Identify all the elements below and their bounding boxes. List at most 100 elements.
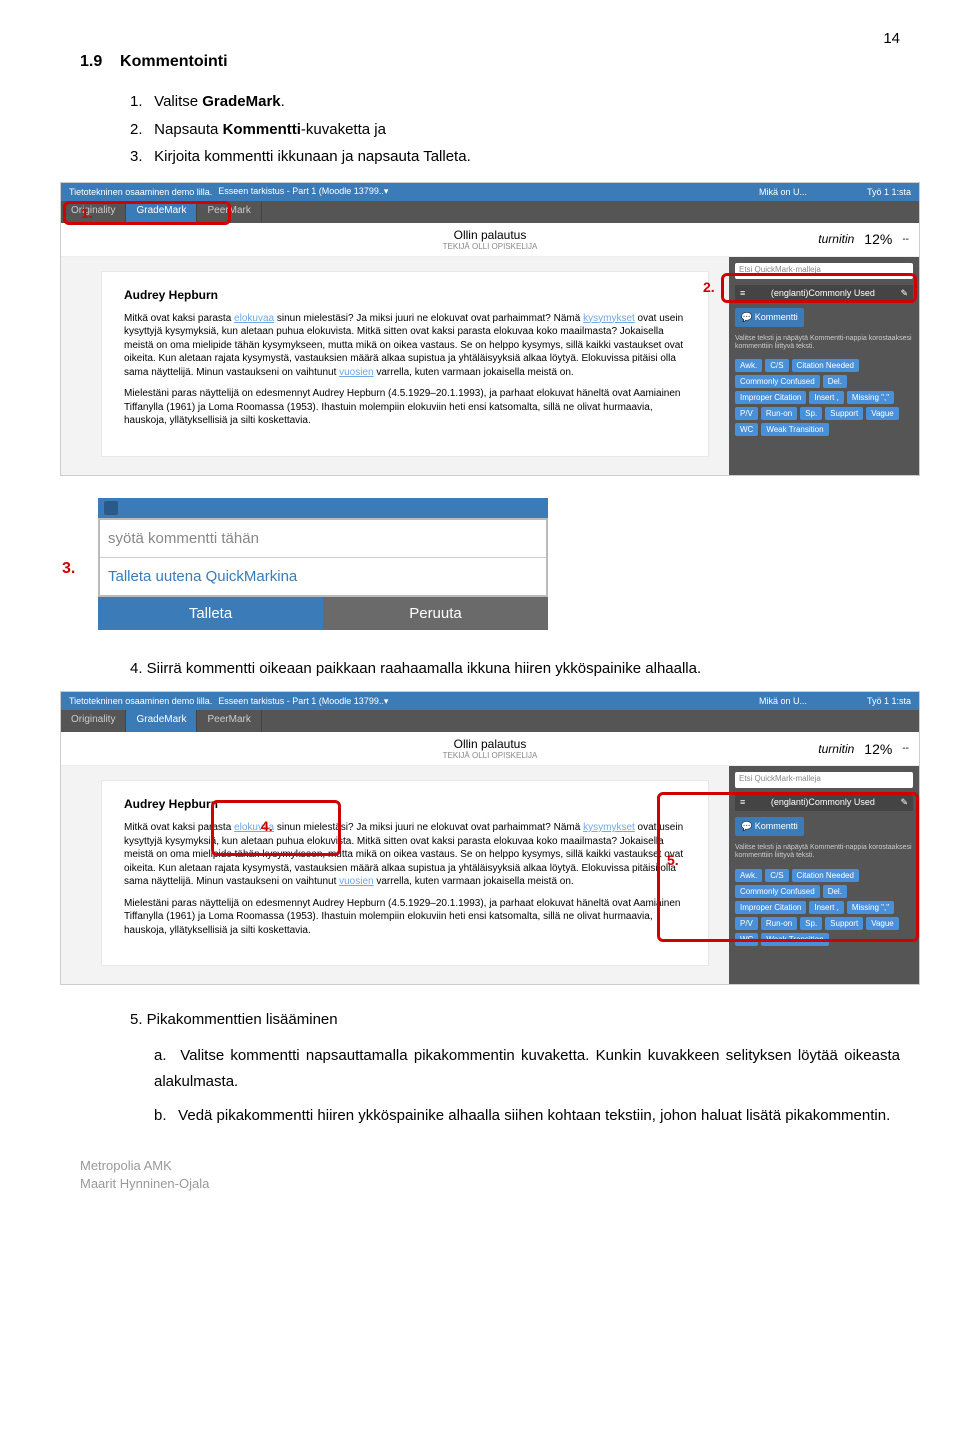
sub-text: Vedä pikakommentti hiiren ykköspainike a… — [178, 1107, 890, 1124]
step-post: . — [281, 93, 285, 110]
qm-tag[interactable]: Support — [825, 917, 863, 930]
qm-tag[interactable]: Improper Citation — [735, 391, 806, 404]
qm-tag[interactable]: Weak Transition — [761, 423, 828, 436]
tab-row: Originality GradeMark PeerMark — [61, 710, 919, 732]
doc-author: TEKIJÄ OLLI OPISKELIJA — [443, 751, 538, 760]
qm-tag[interactable]: Insert , — [809, 391, 843, 404]
qm-tag[interactable]: Run-on — [761, 917, 797, 930]
search-input[interactable]: Etsi QuickMark-malleja — [735, 263, 913, 279]
hl: kysymykset — [583, 822, 635, 833]
tab-grademark[interactable]: GradeMark — [126, 201, 197, 223]
topbar-r1: Mikä on U... — [759, 696, 807, 706]
essay-title: Audrey Hepburn — [124, 797, 686, 811]
qm-tag[interactable]: Awk. — [735, 869, 762, 882]
tab-peermark[interactable]: PeerMark — [197, 710, 261, 732]
step-1: 1. Valitse GradeMark. — [130, 89, 900, 115]
qm-tag[interactable]: Awk. — [735, 359, 762, 372]
comment-popup: syötä kommentti tähän Talleta uutena Qui… — [98, 498, 548, 630]
similarity-pct: 12% — [864, 741, 892, 757]
qm-tag[interactable]: Run-on — [761, 407, 797, 420]
sub-label: b. — [154, 1103, 174, 1129]
qm-tag[interactable]: Missing "," — [847, 901, 894, 914]
save-button[interactable]: Talleta — [98, 597, 323, 630]
qm-tag[interactable]: Sp. — [800, 407, 822, 420]
qm-tag[interactable]: Sp. — [800, 917, 822, 930]
qm-tag[interactable]: Improper Citation — [735, 901, 806, 914]
t: varrella, kuten varmaan jokaisella meist… — [374, 367, 574, 378]
sub-text: Valitse kommentti napsauttamalla pikakom… — [154, 1047, 900, 1090]
qm-tag[interactable]: C/S — [765, 869, 788, 882]
doc-title: Ollin palautus — [443, 737, 538, 751]
qm-tag[interactable]: Weak Transition — [761, 933, 828, 946]
footer-line-2: Maarit Hynninen-Ojala — [80, 1175, 900, 1193]
step-text: Kirjoita kommentti ikkunaan ja napsauta … — [154, 148, 471, 165]
topbar-r2: Työ 1 1:sta — [867, 187, 911, 197]
marker-5: 5. — [667, 852, 679, 868]
kommentti-button[interactable]: 💬 Kommentti — [735, 308, 804, 327]
kommentti-label: Kommentti — [755, 312, 798, 322]
topbar-left: Tietotekninen osaaminen demo lilla. — [69, 187, 212, 197]
qm-tag[interactable]: Vague — [866, 407, 899, 420]
app-topbar: Tietotekninen osaaminen demo lilla. Esse… — [61, 692, 919, 710]
qm-tag[interactable]: C/S — [765, 359, 788, 372]
qm-tag[interactable]: Commonly Confused — [735, 885, 820, 898]
qm-tag[interactable]: Del. — [823, 375, 847, 388]
qm-tag[interactable]: Citation Needed — [792, 359, 859, 372]
paper-preview: Audrey Hepburn Mitkä ovat kaksi parasta … — [101, 271, 709, 457]
t: Mitkä ovat kaksi parasta — [124, 822, 234, 833]
section-title-text: Kommentointi — [120, 53, 228, 70]
t: sinun mielestäsi? Ja miksi juuri ne elok… — [274, 822, 583, 833]
qm-tag[interactable]: Support — [825, 407, 863, 420]
brand-logo: turnitin — [818, 742, 854, 756]
qm-section-label[interactable]: ≡(englanti)Commonly Used✎ — [735, 285, 913, 302]
kommentti-button[interactable]: 💬 Kommentti — [735, 817, 804, 836]
qm-tag[interactable]: Del. — [823, 885, 847, 898]
tab-grademark[interactable]: GradeMark — [126, 710, 197, 732]
grade-dashes: -- — [902, 234, 909, 245]
tab-peermark[interactable]: PeerMark — [197, 201, 261, 223]
doc-title: Ollin palautus — [443, 228, 538, 242]
steps-list: 1. Valitse GradeMark. 2. Napsauta Kommen… — [130, 89, 900, 170]
sub-step-a: a. Valitse kommentti napsauttamalla pika… — [154, 1043, 900, 1096]
sub-step-b: b. Vedä pikakommentti hiiren ykköspainik… — [154, 1103, 900, 1129]
kommentti-label: Kommentti — [755, 821, 798, 831]
tab-originality[interactable]: Originality — [61, 201, 126, 223]
paper-preview: Audrey Hepburn Mitkä ovat kaksi parasta … — [101, 780, 709, 966]
step-bold: GradeMark — [202, 93, 280, 110]
footer-line-1: Metropolia AMK — [80, 1157, 900, 1175]
qm-tag[interactable]: Vague — [866, 917, 899, 930]
qm-tag[interactable]: Citation Needed — [792, 869, 859, 882]
qm-tags: Awk. C/S Citation Needed Commonly Confus… — [735, 359, 913, 436]
topbar-mid: Esseen tarkistus - Part 1 (Moodle 13799.… — [218, 186, 753, 197]
screenshot-2: Tietotekninen osaaminen demo lilla. Esse… — [60, 691, 920, 985]
qm-section-text: (englanti)Commonly Used — [771, 288, 875, 299]
marker-4: 4. — [261, 818, 273, 834]
page-number: 14 — [80, 30, 900, 47]
doc-header: Ollin palautus TEKIJÄ OLLI OPISKELIJA tu… — [61, 223, 919, 257]
qm-tag[interactable]: WC — [735, 933, 758, 946]
step-number: 1. — [130, 89, 150, 115]
tab-originality[interactable]: Originality — [61, 710, 126, 732]
marker-3: 3. — [62, 560, 75, 578]
step-text: Valitse — [154, 93, 202, 110]
qm-tag[interactable]: P/V — [735, 407, 758, 420]
sub-label: a. — [154, 1043, 174, 1069]
qm-section-text: (englanti)Commonly Used — [771, 797, 875, 808]
qm-tags: Awk. C/S Citation Needed Commonly Confus… — [735, 869, 913, 946]
save-quickmark-link[interactable]: Talleta uutena QuickMarkina — [100, 558, 546, 595]
comment-input[interactable]: syötä kommentti tähän — [100, 520, 546, 558]
step-4: 4. Siirrä kommentti oikeaan paikkaan raa… — [130, 656, 900, 682]
essay-para-2: Mielestäni paras näyttelijä on edesmenny… — [124, 897, 686, 938]
qm-tag[interactable]: WC — [735, 423, 758, 436]
step-post: -kuvaketta ja — [301, 121, 386, 138]
topbar-r1: Mikä on U... — [759, 187, 807, 197]
search-input[interactable]: Etsi QuickMark-malleja — [735, 772, 913, 788]
qm-tag[interactable]: Insert , — [809, 901, 843, 914]
step-number: 2. — [130, 117, 150, 143]
kommentti-help: Valitse teksti ja näpäytä Kommentti-napp… — [735, 844, 913, 861]
qm-tag[interactable]: Commonly Confused — [735, 375, 820, 388]
qm-tag[interactable]: Missing "," — [847, 391, 894, 404]
cancel-button[interactable]: Peruuta — [323, 597, 548, 630]
qm-tag[interactable]: P/V — [735, 917, 758, 930]
qm-section-label[interactable]: ≡(englanti)Commonly Used✎ — [735, 794, 913, 811]
